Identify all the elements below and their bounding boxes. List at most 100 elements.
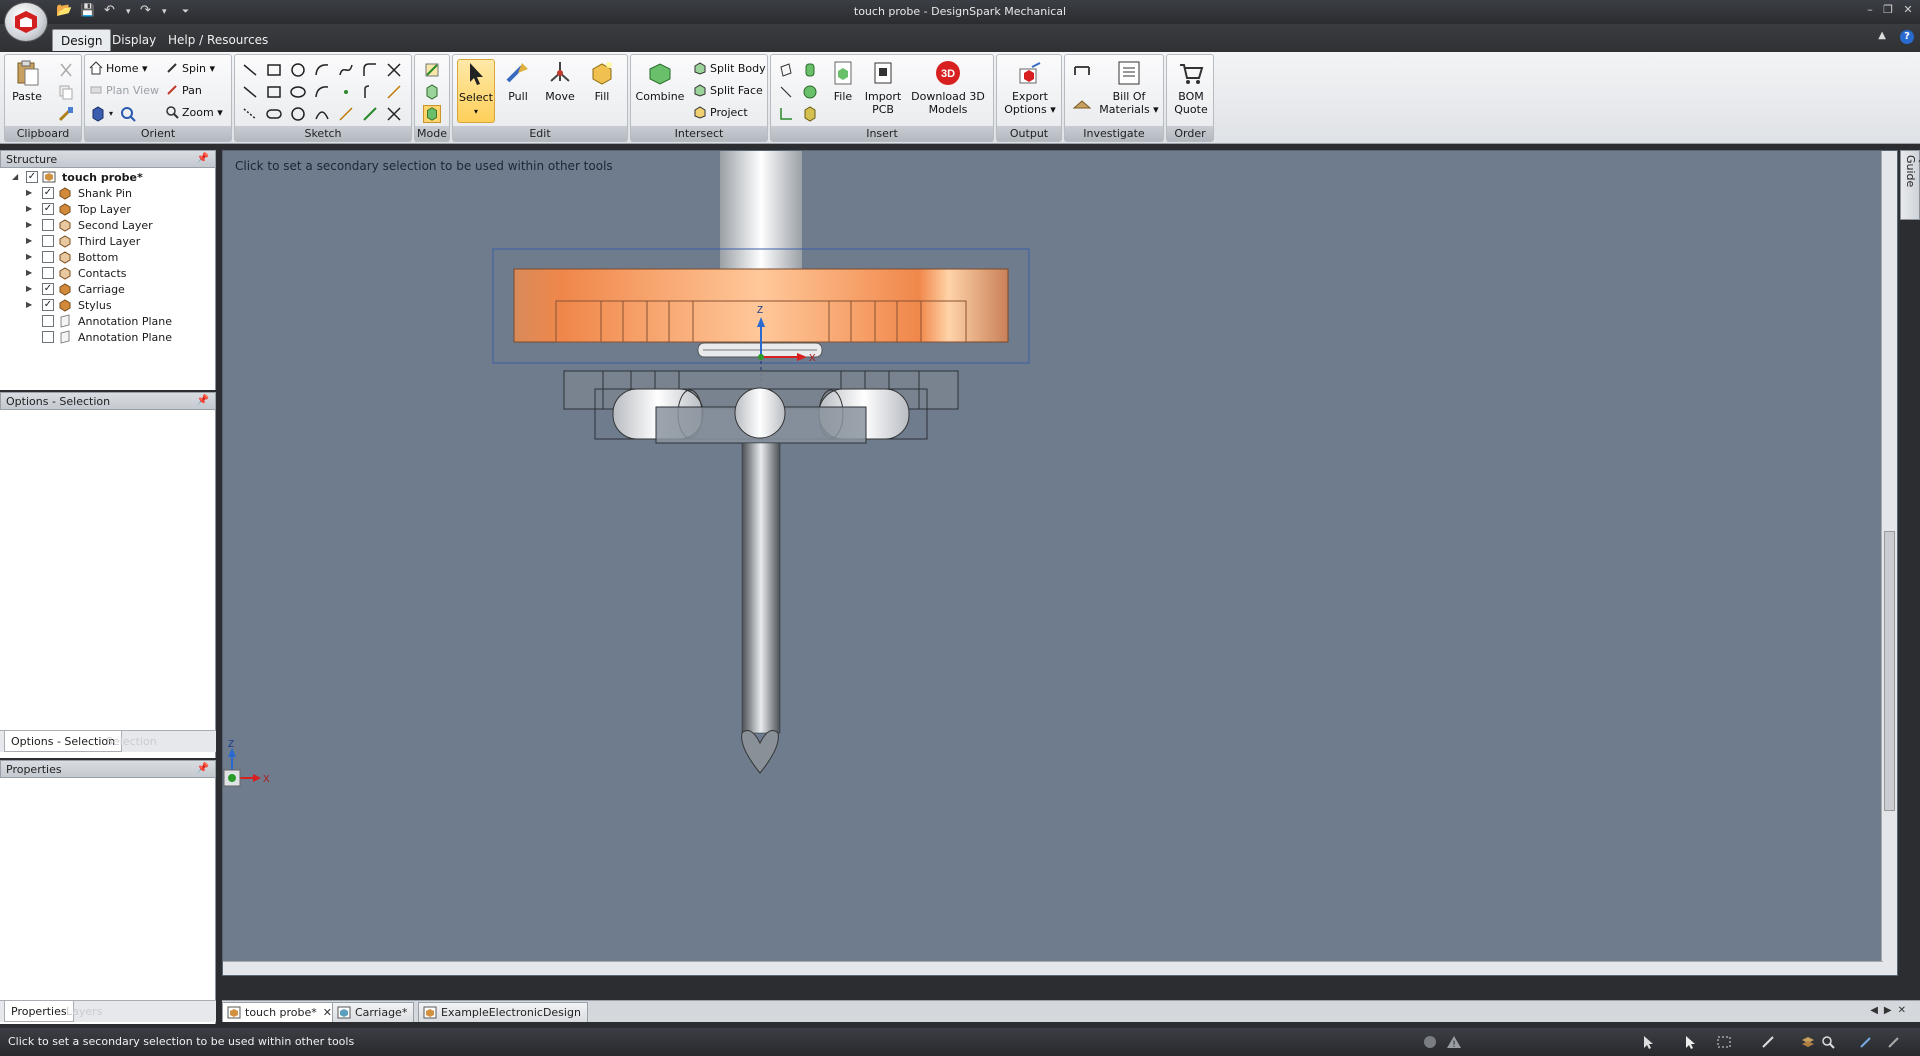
tree-item[interactable]: ▶ Second Layer — [26, 218, 212, 234]
3d-mode-icon[interactable] — [423, 105, 441, 123]
expand-icon[interactable]: ▶ — [26, 300, 36, 309]
measure-icon[interactable] — [1071, 63, 1093, 85]
expand-icon[interactable]: ▶ — [26, 204, 36, 213]
pin-icon[interactable]: 📌 — [197, 763, 209, 774]
bend-icon[interactable] — [337, 105, 355, 123]
expand-icon[interactable]: ▶ — [26, 284, 36, 293]
tangent-line-icon[interactable] — [241, 83, 259, 101]
view-dropdown-icon[interactable]: ▾ — [109, 109, 113, 118]
spin-button[interactable]: Spin ▾ — [165, 61, 215, 79]
ellipse-icon[interactable] — [289, 83, 307, 101]
box-select-icon[interactable] — [1716, 1034, 1732, 1050]
tree-item[interactable]: ▶ Bottom — [26, 250, 212, 266]
stylus-shaft[interactable] — [741, 442, 781, 734]
save-icon[interactable]: 💾 — [80, 3, 95, 17]
horizontal-scrollbar[interactable] — [223, 961, 1883, 975]
trim-icon[interactable] — [385, 61, 403, 79]
tree-checkbox[interactable] — [42, 315, 54, 327]
file-button[interactable]: File — [825, 59, 861, 123]
expand-icon[interactable]: ▶ — [26, 252, 36, 261]
plane-icon[interactable] — [777, 61, 795, 79]
app-menu-button[interactable] — [4, 2, 48, 42]
shell-icon[interactable] — [801, 105, 819, 123]
tree-item[interactable]: ▶ Third Layer — [26, 234, 212, 250]
tree-checkbox[interactable]: ✓ — [42, 187, 54, 199]
tree-item[interactable]: ▶ ✓ Shank Pin — [26, 186, 212, 202]
tree-checkbox[interactable] — [42, 331, 54, 343]
polygon-icon[interactable] — [265, 83, 283, 101]
paste-button[interactable]: Paste — [9, 59, 45, 123]
fillet-icon[interactable] — [361, 61, 379, 79]
construction-line-icon[interactable] — [241, 105, 259, 123]
redo-icon[interactable]: ↷ — [140, 3, 151, 18]
tree-item[interactable]: ▶ Contacts — [26, 266, 212, 282]
tab-display[interactable]: Display — [104, 29, 164, 51]
bom-quote-button[interactable]: BOM Quote — [1171, 59, 1211, 123]
redo-dropdown-icon[interactable]: ▾ — [162, 7, 167, 17]
doc-tab-navigation[interactable]: ◀▶✕ — [1870, 1005, 1912, 1016]
zoom-extents-icon[interactable] — [119, 105, 137, 123]
stylus-tip[interactable] — [741, 730, 779, 774]
line-icon[interactable] — [241, 61, 259, 79]
close-tab-icon[interactable]: ✕ — [323, 1006, 332, 1019]
undo-dropdown-icon[interactable]: ▾ — [126, 7, 131, 17]
copy-icon[interactable] — [57, 83, 75, 101]
project-to-sketch-icon[interactable] — [361, 105, 379, 123]
minimize-icon[interactable]: – — [1862, 3, 1878, 16]
shank-pin[interactable] — [720, 151, 802, 273]
zoom-button[interactable]: Zoom ▾ — [165, 105, 223, 123]
extend-icon[interactable] — [361, 83, 379, 101]
select-filter-icon[interactable] — [1640, 1034, 1656, 1050]
expand-icon[interactable]: ▶ — [26, 188, 36, 197]
project-button[interactable]: Project — [693, 105, 748, 123]
rectangle-icon[interactable] — [265, 61, 283, 79]
3d-viewport[interactable]: Click to set a secondary selection to be… — [222, 150, 1898, 976]
tree-checkbox[interactable]: ✓ — [42, 203, 54, 215]
plan-view-button[interactable]: Plan View — [89, 83, 159, 101]
warning-icon[interactable]: ! — [1446, 1034, 1462, 1050]
split-face-button[interactable]: Split Face — [693, 83, 763, 101]
close-window-icon[interactable]: ✕ — [1900, 3, 1916, 16]
help-icon[interactable]: ? — [1900, 30, 1914, 44]
slot-icon[interactable] — [265, 105, 283, 123]
pencil-status-icon[interactable] — [1858, 1034, 1874, 1050]
three-point-circle-icon[interactable] — [289, 105, 307, 123]
download-3d-models-button[interactable]: 3D Download 3D Models — [907, 59, 989, 123]
select-button[interactable]: Select ▾ — [457, 59, 495, 123]
sweep-arc-icon[interactable] — [313, 83, 331, 101]
tree-checkbox[interactable]: ✓ — [26, 171, 38, 183]
tab-help-resources[interactable]: Help / Resources — [160, 29, 276, 51]
selection-mode-icon[interactable] — [1682, 1034, 1698, 1050]
pan-button[interactable]: Pan — [165, 83, 202, 101]
move-button[interactable]: Move — [541, 59, 579, 123]
home-button[interactable]: Home ▾ — [89, 61, 148, 79]
sphere-icon[interactable] — [801, 83, 819, 101]
undo-icon[interactable]: ↶ — [104, 3, 115, 18]
doc-tab-touch-probe[interactable]: touch probe* ✕ — [222, 1002, 339, 1022]
mass-icon[interactable] — [1071, 93, 1093, 115]
split-line-icon[interactable] — [385, 105, 403, 123]
doc-tab-carriage[interactable]: Carriage* — [332, 1002, 415, 1022]
expand-icon[interactable]: ▶ — [26, 220, 36, 229]
scroll-thumb[interactable] — [1884, 531, 1895, 811]
restore-icon[interactable]: ❐ — [1880, 3, 1896, 16]
tree-item[interactable]: Annotation Plane — [26, 314, 212, 330]
tree-checkbox[interactable] — [42, 251, 54, 263]
quick-guide-tab[interactable]: Quick Guide — [1900, 150, 1920, 220]
pencil-alt-status-icon[interactable] — [1886, 1034, 1902, 1050]
axis-icon[interactable] — [777, 83, 795, 101]
tree-item[interactable]: ▶ ✓ Top Layer — [26, 202, 212, 218]
cut-icon[interactable] — [57, 61, 75, 79]
circle-icon[interactable] — [289, 61, 307, 79]
point-icon[interactable] — [337, 83, 355, 101]
tree-checkbox[interactable] — [42, 219, 54, 231]
import-pcb-button[interactable]: Import PCB — [863, 59, 903, 123]
export-options-button[interactable]: Export Options ▾ — [1001, 59, 1059, 123]
tree-item[interactable]: Annotation Plane — [26, 330, 212, 346]
center-ball[interactable] — [734, 387, 786, 439]
model-canvas[interactable]: Z X Z X — [223, 151, 1883, 963]
format-painter-icon[interactable] — [57, 105, 75, 123]
layers-icon[interactable] — [1800, 1034, 1816, 1050]
tree-item[interactable]: ▶ ✓ Carriage — [26, 282, 212, 298]
spline-icon[interactable] — [337, 61, 355, 79]
